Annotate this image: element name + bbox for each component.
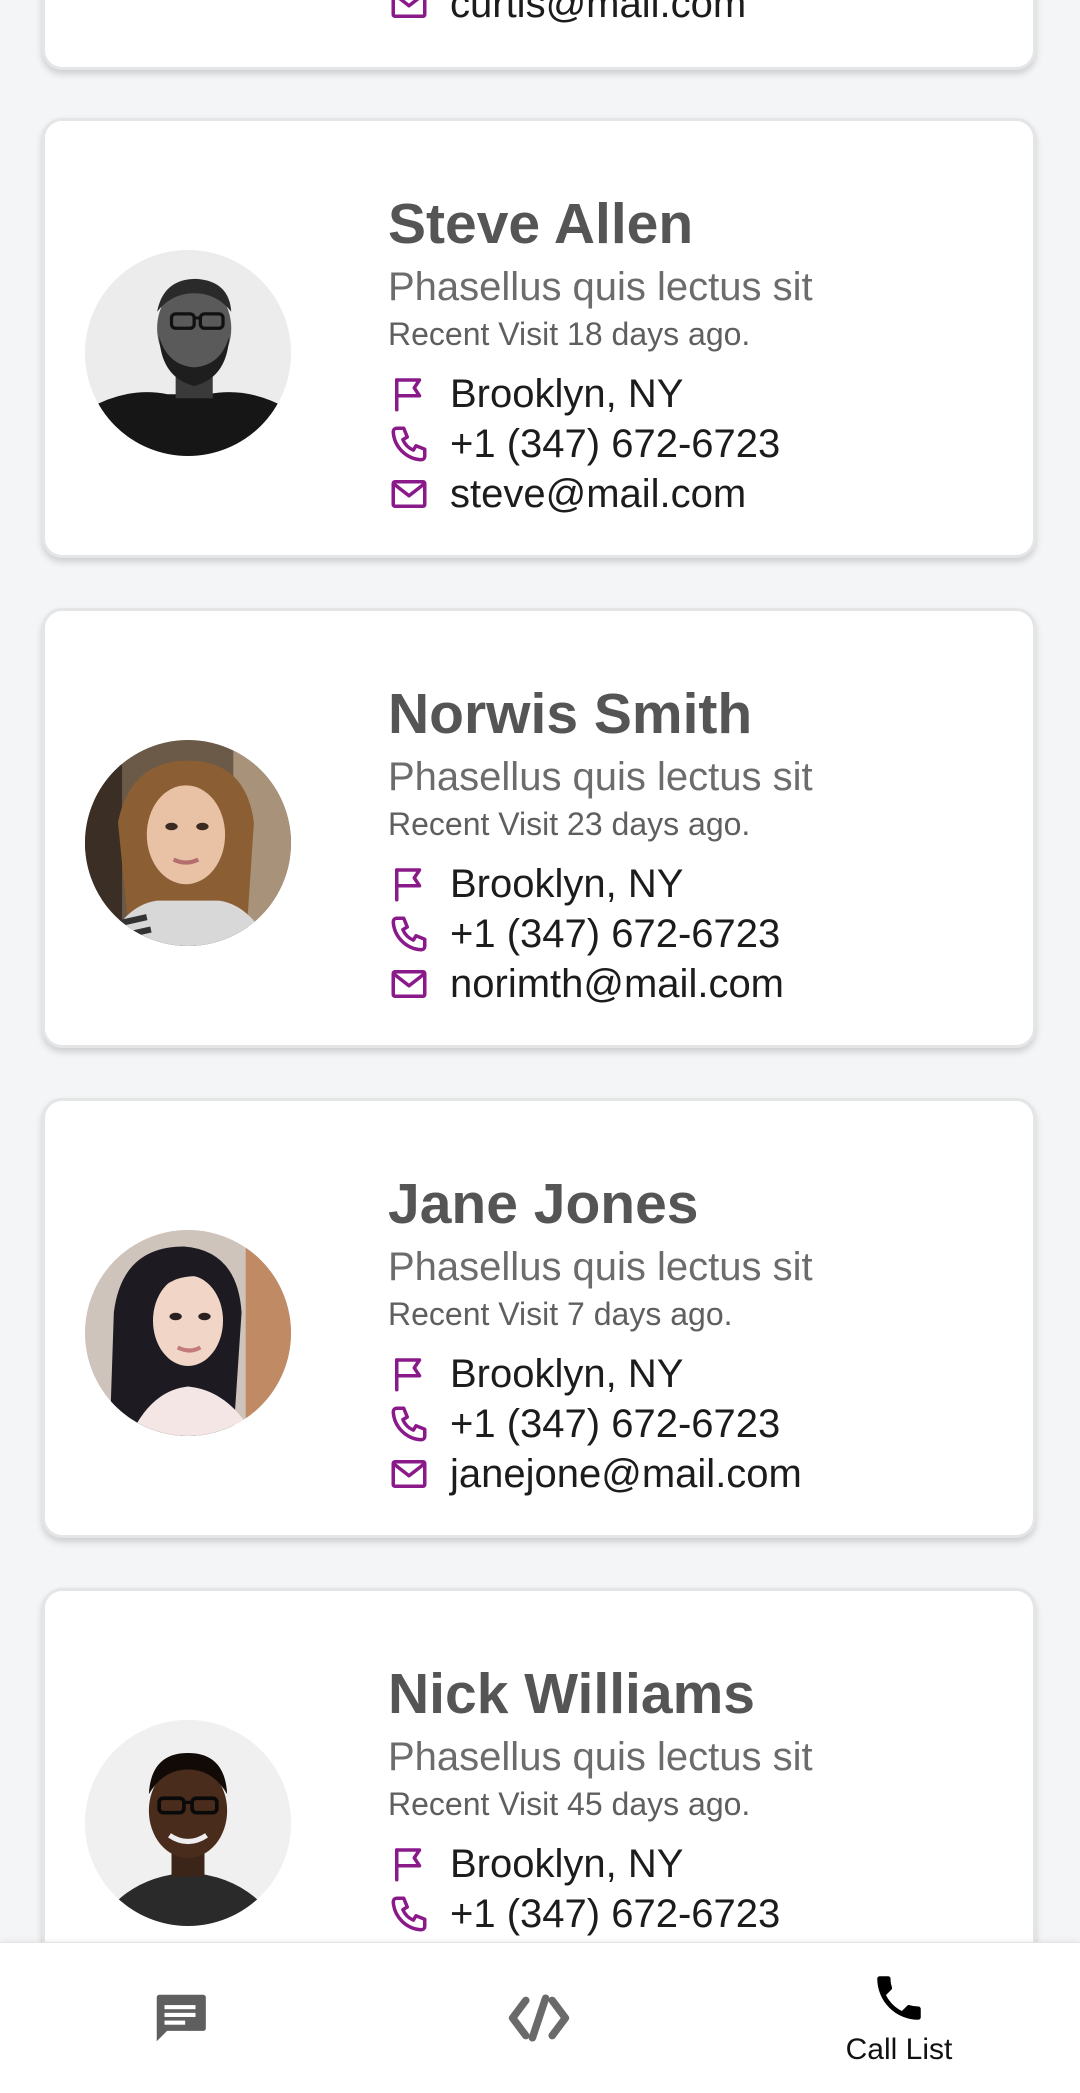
contact-phone-row[interactable]: +1 (347) 672-6723 xyxy=(388,1891,780,1937)
contact-email-row[interactable]: norimth@mail.com xyxy=(388,961,784,1007)
contact-card[interactable]: Jane Jones Phasellus quis lectus sit Rec… xyxy=(42,1098,1036,1538)
flag-icon xyxy=(388,1353,430,1395)
nav-messages[interactable] xyxy=(30,1943,330,2093)
phone-icon xyxy=(388,1403,430,1445)
recent-visit-text: Recent Visit 45 days ago. xyxy=(388,1786,751,1822)
phone-icon xyxy=(388,1893,430,1935)
contact-email[interactable]: janejone@mail.com xyxy=(450,1454,802,1494)
contact-phone-row[interactable]: +1 (347) 672-6723 xyxy=(388,911,780,957)
contact-card[interactable]: Norwis Smith Phasellus quis lectus sit R… xyxy=(42,608,1036,1048)
contact-location: Brooklyn, NY xyxy=(450,372,684,416)
message-icon xyxy=(156,1994,206,2042)
mail-icon xyxy=(388,0,430,25)
avatar xyxy=(85,1230,291,1436)
contact-location: Brooklyn, NY xyxy=(450,1352,684,1396)
contact-email-row[interactable]: curtis@mail.com xyxy=(388,0,746,27)
contact-location-row: Brooklyn, NY xyxy=(388,371,683,417)
contact-phone[interactable]: +1 (347) 672-6723 xyxy=(450,914,780,954)
phone-icon xyxy=(877,1976,921,2020)
avatar xyxy=(85,1720,291,1926)
contact-location: Brooklyn, NY xyxy=(450,862,684,906)
contact-card[interactable]: Steve Allen Phasellus quis lectus sit Re… xyxy=(42,118,1036,558)
contact-name: Norwis Smith xyxy=(388,682,753,746)
mail-icon xyxy=(388,963,430,1005)
contact-phone[interactable]: +1 (347) 672-6723 xyxy=(450,1404,780,1444)
contact-location: Brooklyn, NY xyxy=(450,1842,684,1886)
contact-email[interactable]: steve@mail.com xyxy=(450,474,746,514)
contact-subtitle: Phasellus quis lectus sit xyxy=(388,1735,813,1779)
code-icon xyxy=(508,1994,570,2042)
recent-visit-text: Recent Visit 23 days ago. xyxy=(388,806,751,842)
phone-icon xyxy=(388,423,430,465)
mail-icon xyxy=(388,473,430,515)
contact-phone[interactable]: +1 (347) 672-6723 xyxy=(450,1894,780,1934)
contact-phone[interactable]: +1 (347) 672-6723 xyxy=(450,424,780,464)
avatar xyxy=(85,250,291,456)
recent-visit-text: Recent Visit 7 days ago. xyxy=(388,1296,733,1332)
contact-name: Jane Jones xyxy=(388,1172,699,1236)
mail-icon xyxy=(388,1453,430,1495)
contact-email[interactable]: curtis@mail.com xyxy=(450,0,746,24)
contact-subtitle: Phasellus quis lectus sit xyxy=(388,755,813,799)
contact-location-row: Brooklyn, NY xyxy=(388,1841,683,1887)
contact-name: Steve Allen xyxy=(388,192,694,256)
contact-card[interactable]: curtis@mail.com xyxy=(42,0,1036,70)
contact-phone-row[interactable]: +1 (347) 672-6723 xyxy=(388,421,780,467)
flag-icon xyxy=(388,373,430,415)
contact-email-row[interactable]: steve@mail.com xyxy=(388,471,746,517)
contact-subtitle: Phasellus quis lectus sit xyxy=(388,265,813,309)
contact-location-row: Brooklyn, NY xyxy=(388,1351,683,1397)
contact-phone-row[interactable]: +1 (347) 672-6723 xyxy=(388,1401,780,1447)
avatar xyxy=(85,740,291,946)
recent-visit-text: Recent Visit 18 days ago. xyxy=(388,316,751,352)
bottom-navigation: Call List xyxy=(0,1942,1080,2093)
nav-code[interactable] xyxy=(389,1943,689,2093)
contact-subtitle: Phasellus quis lectus sit xyxy=(388,1245,813,1289)
flag-icon xyxy=(388,863,430,905)
contact-email-row[interactable]: janejone@mail.com xyxy=(388,1451,802,1497)
nav-call-list[interactable]: Call List xyxy=(749,1943,1049,2093)
contact-name: Nick Williams xyxy=(388,1662,755,1726)
contact-email[interactable]: norimth@mail.com xyxy=(450,964,784,1004)
flag-icon xyxy=(388,1843,430,1885)
nav-call-list-label: Call List xyxy=(845,2033,953,2066)
phone-icon xyxy=(388,913,430,955)
contact-location-row: Brooklyn, NY xyxy=(388,861,683,907)
